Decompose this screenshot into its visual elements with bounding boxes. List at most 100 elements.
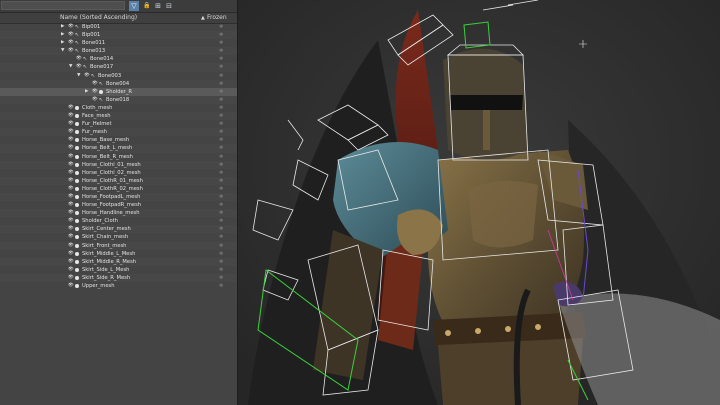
tree-row[interactable]: 👁 Sholder_Cloth ❄	[0, 217, 237, 225]
visibility-eye-icon[interactable]: 👁	[68, 144, 74, 152]
tree-row[interactable]: 👁 Horse_Clothl_02_mesh ❄	[0, 169, 237, 177]
collapse-arrow-icon[interactable]: ▼	[61, 47, 64, 55]
visibility-eye-icon[interactable]: 👁	[68, 225, 74, 233]
frozen-toggle-icon[interactable]: ❄	[219, 282, 223, 290]
visibility-eye-icon[interactable]: 👁	[68, 47, 74, 55]
tree-row[interactable]: 👁 Skirt_Side_R_Mesh ❄	[0, 273, 237, 282]
visibility-eye-icon[interactable]: 👁	[68, 258, 74, 266]
collapse-arrow-icon[interactable]: ▼	[69, 63, 72, 71]
frozen-toggle-icon[interactable]: ❄	[219, 217, 223, 225]
frozen-toggle-icon[interactable]: ❄	[219, 242, 223, 250]
tree-row[interactable]: 👁 Skirt_Side_L_Mesh ❄	[0, 266, 237, 274]
visibility-eye-icon[interactable]: 👁	[68, 39, 74, 47]
visibility-eye-icon[interactable]: 👁	[68, 161, 74, 169]
tree-row[interactable]: 👁 Skirt_Center_mesh ❄	[0, 225, 237, 234]
expand-arrow-icon[interactable]: ▶	[61, 23, 64, 31]
visibility-eye-icon[interactable]: 👁	[68, 266, 74, 274]
search-input[interactable]	[1, 1, 125, 10]
frozen-toggle-icon[interactable]: ❄	[219, 161, 223, 169]
visibility-eye-icon[interactable]: 👁	[68, 242, 74, 250]
tree-row[interactable]: ▶ 👁 Sholder_R ❄	[0, 87, 237, 96]
frozen-toggle-icon[interactable]: ❄	[219, 31, 223, 39]
visibility-eye-icon[interactable]: 👁	[68, 209, 74, 217]
visibility-eye-icon[interactable]: 👁	[76, 63, 82, 71]
tree-row[interactable]: 👁 Face_mesh ❄	[0, 112, 237, 121]
name-column-header[interactable]: Name (Sorted Ascending)	[60, 13, 137, 23]
frozen-toggle-icon[interactable]: ❄	[219, 112, 223, 120]
tree-row[interactable]: 👁 ↖ Bone018 ❄	[0, 95, 237, 104]
tree-row[interactable]: 👁 Horse_ClothR_02_mesh ❄	[0, 185, 237, 193]
tree-row[interactable]: 👁 Horse_FootpadR_mesh ❄	[0, 201, 237, 209]
expand-arrow-icon[interactable]: ▶	[61, 31, 64, 39]
visibility-eye-icon[interactable]: 👁	[68, 120, 74, 128]
tree-row[interactable]: ▼ 👁 ↖ Bone003 ❄	[0, 72, 237, 80]
frozen-toggle-icon[interactable]: ❄	[219, 80, 223, 88]
visibility-eye-icon[interactable]: 👁	[68, 169, 74, 177]
tree-row[interactable]: ▶ 👁 ↖ Bone011 ❄	[0, 39, 237, 47]
visibility-eye-icon[interactable]: 👁	[68, 193, 74, 201]
visibility-eye-icon[interactable]: 👁	[68, 201, 74, 209]
tree-row[interactable]: 👁 ↖ Bone004 ❄	[0, 79, 237, 88]
tree-row[interactable]: 👁 Horse_FootpadL_mesh ❄	[0, 192, 237, 202]
frozen-toggle-icon[interactable]: ❄	[219, 250, 223, 258]
frozen-toggle-icon[interactable]: ❄	[219, 185, 223, 193]
frozen-toggle-icon[interactable]: ❄	[219, 39, 223, 47]
frozen-toggle-icon[interactable]: ❄	[219, 177, 223, 185]
hierarchy-icon[interactable]: ⊞	[153, 1, 163, 11]
visibility-eye-icon[interactable]: 👁	[68, 23, 74, 31]
visibility-eye-icon[interactable]: 👁	[68, 177, 74, 185]
visibility-eye-icon[interactable]: 👁	[68, 112, 74, 120]
frozen-toggle-icon[interactable]: ❄	[219, 96, 223, 104]
tree-row[interactable]: 👁 Skirt_Middle_R_Mesh ❄	[0, 257, 237, 266]
tree-row[interactable]: 👁 Fur_Helmet ❄	[0, 120, 237, 128]
expand-arrow-icon[interactable]: ▶	[85, 88, 88, 96]
tree-row[interactable]: 👁 Horse_Belt_R_mesh ❄	[0, 153, 237, 161]
tree-row[interactable]: 👁 Horse_Base_mesh ❄	[0, 136, 237, 144]
frozen-toggle-icon[interactable]: ❄	[219, 225, 223, 233]
visibility-eye-icon[interactable]: 👁	[68, 185, 74, 193]
filter-funnel-icon[interactable]: ▽	[129, 1, 139, 11]
visibility-eye-icon[interactable]: 👁	[92, 80, 98, 88]
tree-row[interactable]: ▶ 👁 ↖ Bip001 ❄	[0, 31, 237, 40]
tree-row[interactable]: 👁 Fur_mesh ❄	[0, 128, 237, 137]
lock-icon[interactable]: 🔒	[142, 1, 152, 11]
tree-row[interactable]: ▼ 👁 ↖ Bone013 ❄	[0, 47, 237, 56]
tree-row[interactable]: 👁 Horse_Handline_mesh ❄	[0, 209, 237, 218]
frozen-toggle-icon[interactable]: ❄	[219, 88, 223, 96]
tree-row[interactable]: 👁 Horse_Clothl_01_mesh ❄	[0, 160, 237, 169]
visibility-eye-icon[interactable]: 👁	[68, 128, 74, 136]
visibility-eye-icon[interactable]: 👁	[92, 96, 98, 104]
frozen-toggle-icon[interactable]: ❄	[219, 128, 223, 136]
frozen-column-header[interactable]: Frozen	[207, 13, 227, 23]
visibility-eye-icon[interactable]: 👁	[84, 72, 90, 80]
frozen-toggle-icon[interactable]: ❄	[219, 23, 223, 31]
tree-row[interactable]: 👁 Skirt_Chain_mesh ❄	[0, 233, 237, 241]
frozen-toggle-icon[interactable]: ❄	[219, 153, 223, 161]
visibility-eye-icon[interactable]: 👁	[68, 250, 74, 258]
expand-arrow-icon[interactable]: ▶	[61, 39, 64, 47]
tree-row[interactable]: 👁 Horse_ClothR_01_mesh ❄	[0, 176, 237, 185]
frozen-toggle-icon[interactable]: ❄	[219, 63, 223, 71]
tree-row[interactable]: 👁 Cloth_mesh ❄	[0, 104, 237, 112]
collapse-arrow-icon[interactable]: ▼	[77, 72, 80, 80]
visibility-eye-icon[interactable]: 👁	[92, 88, 98, 96]
frozen-toggle-icon[interactable]: ❄	[219, 55, 223, 63]
visibility-eye-icon[interactable]: 👁	[68, 282, 74, 290]
tree-row[interactable]: ▼ 👁 ↖ Bone017 ❄	[0, 63, 237, 72]
frozen-toggle-icon[interactable]: ❄	[219, 136, 223, 144]
visibility-eye-icon[interactable]: 👁	[76, 55, 82, 63]
frozen-toggle-icon[interactable]: ❄	[219, 258, 223, 266]
visibility-eye-icon[interactable]: 👁	[68, 136, 74, 144]
tree-row[interactable]: 👁 Horse_Belt_L_mesh ❄	[0, 144, 237, 153]
frozen-toggle-icon[interactable]: ❄	[219, 233, 223, 241]
frozen-toggle-icon[interactable]: ❄	[219, 169, 223, 177]
frozen-toggle-icon[interactable]: ❄	[219, 274, 223, 282]
visibility-eye-icon[interactable]: 👁	[68, 274, 74, 282]
layer-icon[interactable]: ⊟	[164, 1, 174, 11]
frozen-toggle-icon[interactable]: ❄	[219, 193, 223, 201]
frozen-toggle-icon[interactable]: ❄	[219, 201, 223, 209]
frozen-toggle-icon[interactable]: ❄	[219, 209, 223, 217]
frozen-toggle-icon[interactable]: ❄	[219, 47, 223, 55]
tree-row[interactable]: ▶ 👁 ↖ Bip001 ❄	[0, 23, 237, 31]
visibility-eye-icon[interactable]: 👁	[68, 217, 74, 225]
